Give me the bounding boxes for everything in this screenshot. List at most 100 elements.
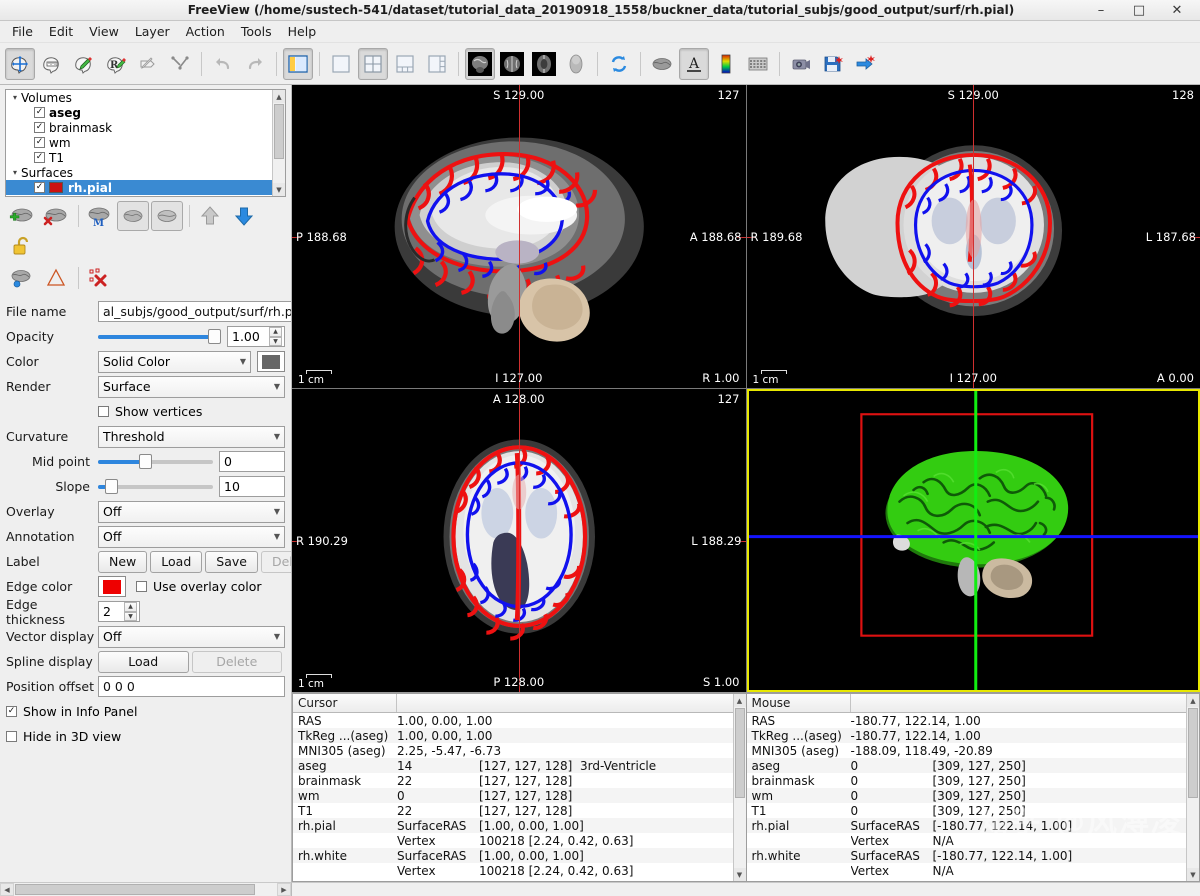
save-screenshot-icon[interactable] xyxy=(818,48,848,80)
color-scale-icon[interactable] xyxy=(711,48,741,80)
point-set-edit-tool-icon[interactable] xyxy=(165,48,195,80)
navigate-tool-icon[interactable] xyxy=(5,47,35,80)
slider-handle[interactable] xyxy=(208,329,221,344)
move-layer-down-icon[interactable] xyxy=(228,201,260,231)
slider-handle[interactable] xyxy=(139,454,153,469)
color-mode-select[interactable]: Solid Color ▼ xyxy=(98,350,251,373)
edge-color-button[interactable] xyxy=(98,576,126,597)
lock-layer-icon[interactable] xyxy=(6,231,38,261)
edge-thickness-stepper[interactable]: ▲ ▼ xyxy=(124,602,137,621)
chevron-down-icon[interactable]: ▾ xyxy=(9,168,21,177)
menu-tools[interactable]: Tools xyxy=(233,22,280,41)
scroll-left-icon[interactable]: ◀ xyxy=(0,883,14,896)
mouse-panel-scrollbar[interactable]: ▲ ▼ xyxy=(1186,694,1199,881)
maximize-button[interactable]: □ xyxy=(1120,0,1158,20)
layer-tree-scrollbar[interactable]: ▲ ▼ xyxy=(272,90,285,196)
show-surface-white-icon[interactable] xyxy=(117,201,149,231)
info-row[interactable]: RAS 1.00, 0.00, 1.00 xyxy=(293,713,733,728)
sagittal-view[interactable]: S 129.00 127 P 188.68 A 188.68 I 127.00 … xyxy=(292,85,746,388)
layer-item-brainmask[interactable]: ✓ brainmask xyxy=(6,120,272,135)
scroll-up-icon[interactable]: ▲ xyxy=(1187,694,1199,707)
slope-slider[interactable] xyxy=(98,478,213,496)
unload-surface-icon[interactable] xyxy=(40,201,72,231)
move-layer-up-icon[interactable] xyxy=(194,201,226,231)
layout-1and3h-icon[interactable] xyxy=(422,48,452,80)
slider-handle[interactable] xyxy=(104,479,118,494)
label-load-button[interactable]: Load xyxy=(150,550,203,573)
goto-point-icon[interactable] xyxy=(850,48,880,80)
scroll-down-icon[interactable]: ▼ xyxy=(273,183,285,196)
info-row[interactable]: brainmask 22 [127, 127, 128] xyxy=(293,773,733,788)
layout-1and3-icon[interactable] xyxy=(390,48,420,80)
recon-edit-tool-icon[interactable]: R xyxy=(101,48,131,80)
time-course-icon[interactable] xyxy=(743,48,773,80)
show-surface-inflated-icon[interactable] xyxy=(151,201,183,231)
spline-load-button[interactable]: Load xyxy=(98,650,189,673)
info-row[interactable]: Vertex 100218 [2.24, 0.42, 0.63] xyxy=(293,833,733,848)
checkbox-box[interactable]: ✓ xyxy=(6,706,17,717)
checkbox-brainmask[interactable]: ✓ xyxy=(34,122,45,133)
layer-item-rh-white[interactable]: ✓ rh.white xyxy=(6,195,272,197)
sidebar-horizontal-scrollbar[interactable]: ◀ ▶ xyxy=(0,882,292,896)
info-row[interactable]: RAS -180.77, 122.14, 1.00 xyxy=(747,713,1187,728)
scroll-right-icon[interactable]: ▶ xyxy=(277,883,291,896)
opacity-slider[interactable] xyxy=(98,328,221,346)
load-surface-template-icon[interactable]: M xyxy=(83,201,115,231)
view-sagittal-icon[interactable] xyxy=(465,47,495,80)
info-row[interactable]: Vertex 100218 [2.24, 0.42, 0.63] xyxy=(293,863,733,878)
camera-icon[interactable] xyxy=(786,48,816,80)
menu-action[interactable]: Action xyxy=(178,22,233,41)
stepper-down-icon[interactable]: ▼ xyxy=(124,611,137,621)
opacity-spinbox[interactable]: 1.00 ▲ ▼ xyxy=(227,326,285,347)
info-row[interactable]: MNI305 (aseg) 2.25, -5.47, -6.73 xyxy=(293,743,733,758)
mouse-info-panel[interactable]: Mouse RAS -180.77, 122.14, 1.00 TkReg ...… xyxy=(746,693,1200,882)
info-row[interactable]: Vertex N/A xyxy=(747,833,1187,848)
position-offset-input[interactable]: 0 0 0 xyxy=(98,676,285,697)
info-row[interactable]: wm 0 [127, 127, 128] xyxy=(293,788,733,803)
scrollbar-thumb[interactable] xyxy=(1188,708,1198,798)
curvature-select[interactable]: Threshold ▼ xyxy=(98,425,285,448)
axial-view[interactable]: A 128.00 127 R 190.29 L 188.29 P 128.00 … xyxy=(292,389,746,692)
layer-item-aseg[interactable]: ✓ aseg xyxy=(6,105,272,120)
render-select[interactable]: Surface ▼ xyxy=(98,375,285,398)
file-name-input[interactable]: al_subjs/good_output/surf/rh.pial xyxy=(98,301,291,322)
menu-layer[interactable]: Layer xyxy=(127,22,178,41)
info-row[interactable]: rh.pial SurfaceRAS [-180.77, 122.14, 1.00] xyxy=(746,818,1186,833)
menu-edit[interactable]: Edit xyxy=(41,22,81,41)
chevron-down-icon[interactable]: ▾ xyxy=(9,93,21,102)
slope-input[interactable]: 10 xyxy=(219,476,285,497)
cursor-panel-scrollbar[interactable]: ▲ ▼ xyxy=(732,694,746,881)
scrollbar-thumb[interactable] xyxy=(15,884,255,895)
layer-item-rh-pial[interactable]: ✓ rh.pial xyxy=(6,180,272,195)
stepper-up-icon[interactable]: ▲ xyxy=(124,602,137,612)
info-row[interactable]: T1 0 [309, 127, 250] xyxy=(747,803,1187,818)
opacity-stepper[interactable]: ▲ ▼ xyxy=(269,327,282,346)
mid-point-input[interactable]: 0 xyxy=(219,451,285,472)
clear-selection-icon[interactable] xyxy=(83,263,115,293)
info-row[interactable]: Vertex N/A xyxy=(747,863,1187,878)
cursor-info-panel[interactable]: Cursor RAS 1.00, 0.00, 1.00 TkReg ...(ase… xyxy=(292,693,747,882)
layout-1x1-icon[interactable] xyxy=(326,48,356,80)
scroll-up-icon[interactable]: ▲ xyxy=(273,90,285,103)
checkbox-rh-pial[interactable]: ✓ xyxy=(34,182,45,193)
checkbox-box[interactable] xyxy=(6,731,17,742)
menu-view[interactable]: View xyxy=(81,22,127,41)
info-row[interactable]: brainmask 0 [309, 127, 250] xyxy=(747,773,1187,788)
checkbox-wm[interactable]: ✓ xyxy=(34,137,45,148)
undo-icon[interactable] xyxy=(208,48,238,80)
layer-group-volumes[interactable]: ▾ Volumes xyxy=(6,90,272,105)
redo-icon[interactable] xyxy=(240,48,270,80)
info-row[interactable]: T1 22 [127, 127, 128] xyxy=(293,803,733,818)
info-row[interactable]: TkReg ...(aseg) -180.77, 122.14, 1.00 xyxy=(746,728,1186,743)
info-row[interactable]: wm 0 [309, 127, 250] xyxy=(746,788,1186,803)
info-row[interactable]: rh.pial SurfaceRAS [1.00, 0.00, 1.00] xyxy=(293,818,733,833)
toggle-panel-icon[interactable] xyxy=(283,47,313,80)
show-surface-mesh-icon[interactable] xyxy=(40,263,72,293)
roi-edit-tool-icon[interactable] xyxy=(133,48,163,80)
checkbox-aseg[interactable]: ✓ xyxy=(34,107,45,118)
layer-tree[interactable]: ▾ Volumes ✓ aseg ✓ brainmask ✓ wm ✓ T1 ▾… xyxy=(5,89,286,197)
show-vertices-checkbox[interactable]: Show vertices xyxy=(98,404,202,419)
scroll-up-icon[interactable]: ▲ xyxy=(733,694,746,707)
view-coronal-icon[interactable] xyxy=(497,48,527,80)
voxel-edit-tool-icon[interactable] xyxy=(69,48,99,80)
